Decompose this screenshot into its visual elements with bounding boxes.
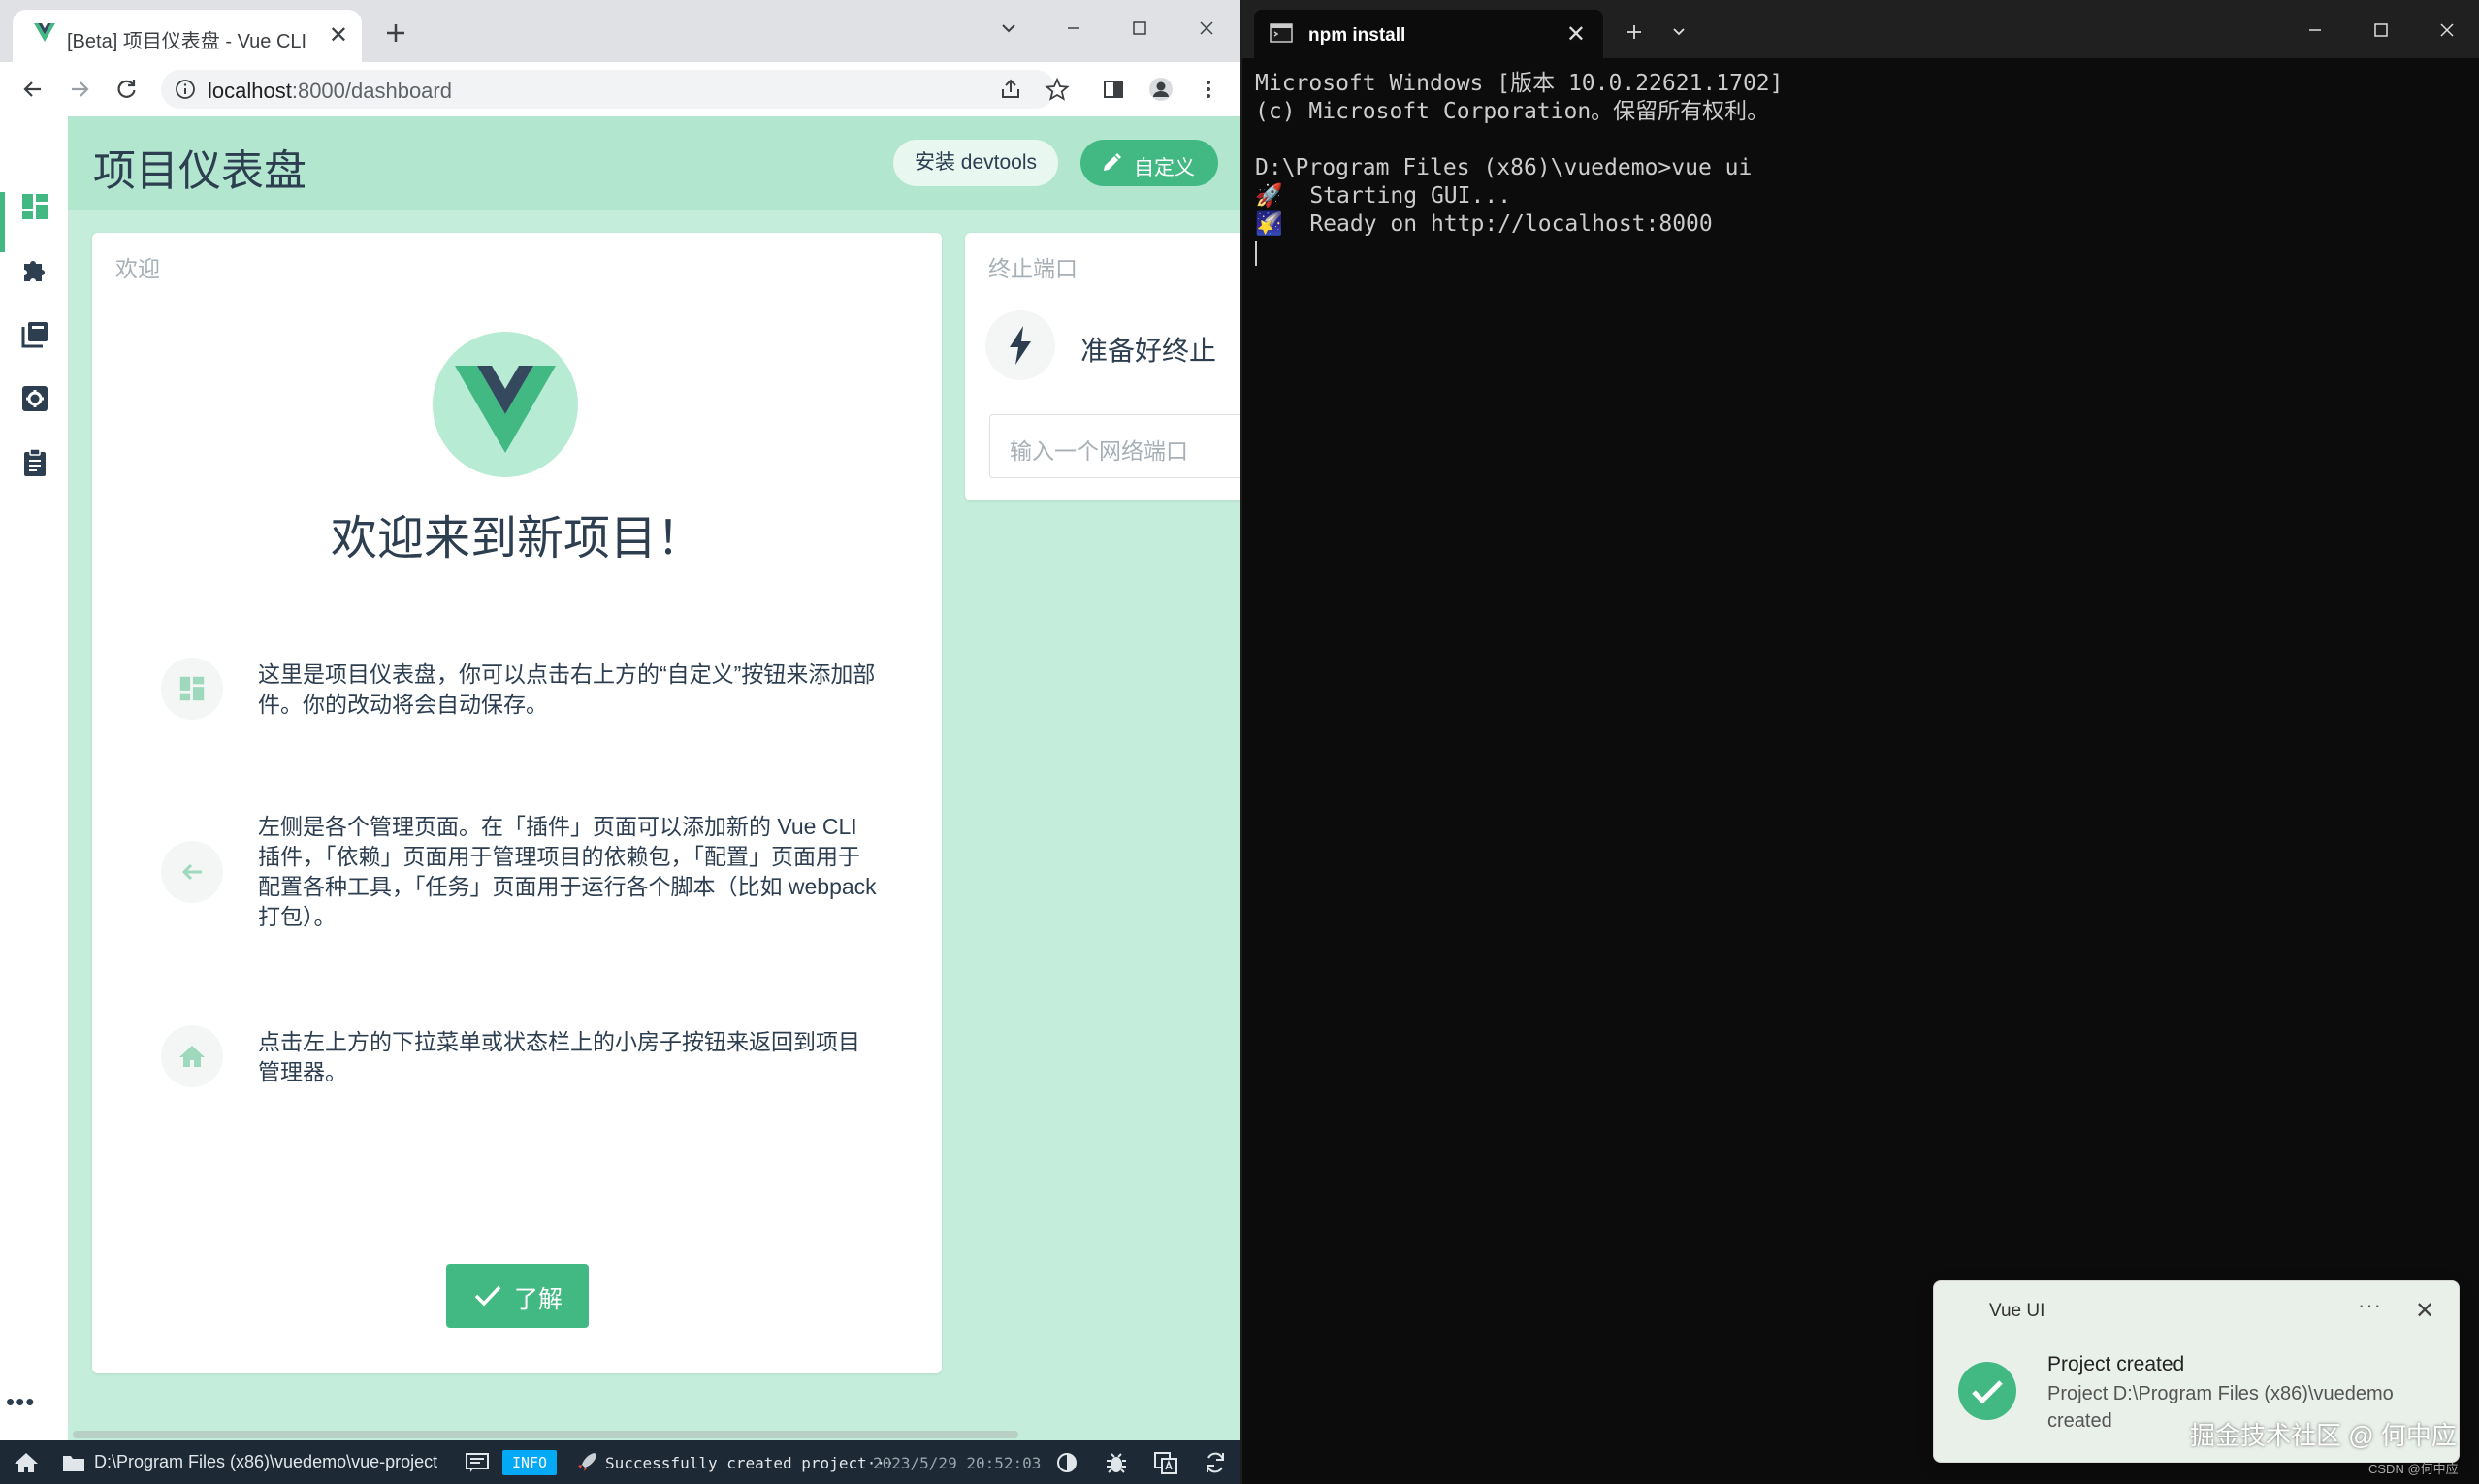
log-message[interactable]: Successfully created project···	[605, 1454, 895, 1472]
close-tab-icon[interactable]: ✕	[329, 21, 348, 49]
tip-arrow-left-icon	[161, 841, 223, 903]
address-url: localhost:8000/dashboard	[208, 79, 452, 103]
notification-app-name: Vue UI	[1989, 1301, 2045, 1321]
csdn-watermark: CSDN @何中应	[2368, 1462, 2459, 1476]
bug-report-icon[interactable]	[1103, 1449, 1130, 1476]
new-tab-icon[interactable]	[380, 17, 411, 48]
terminal-cursor	[1255, 241, 1257, 266]
log-time: 2023/5/29 20:52:03	[873, 1454, 1042, 1472]
tip-text: 左侧是各个管理页面。在「插件」页面可以添加新的 Vue CLI 插件，「依赖」页…	[258, 814, 877, 929]
tip-home-icon	[161, 1025, 223, 1087]
maximize-icon[interactable]	[1125, 14, 1154, 43]
notification-more-icon[interactable]: ···	[2358, 1293, 2382, 1318]
welcome-card-header: 欢迎	[115, 256, 160, 281]
dashboard-icon[interactable]	[18, 190, 51, 223]
port-input[interactable]: 输入一个网络端口	[989, 414, 1240, 478]
lightning-bolt-icon	[985, 310, 1055, 380]
tip-text: 点击左上方的下拉菜单或状态栏上的小房子按钮来返回到项目管理器。	[258, 1029, 860, 1084]
site-info-icon[interactable]	[175, 79, 196, 100]
bookmark-star-icon[interactable]	[1044, 76, 1071, 103]
browser-tab[interactable]: [Beta] 项目仪表盘 - Vue CLI ✕	[13, 10, 362, 62]
share-icon[interactable]	[997, 76, 1024, 103]
address-bar[interactable]: localhost:8000/dashboard	[161, 70, 1055, 109]
customize-button[interactable]: 自定义	[1080, 140, 1218, 186]
plugins-puzzle-icon[interactable]	[18, 254, 51, 287]
got-it-label: 了解	[514, 1286, 563, 1313]
tip-dashboard-icon	[161, 658, 223, 720]
kill-port-header: 终止端口	[988, 256, 1078, 281]
terminal-line: 🚀 Starting GUI...	[1255, 183, 1512, 209]
got-it-button[interactable]: 了解	[446, 1264, 589, 1328]
pencil-icon	[1100, 151, 1123, 175]
terminal-line: D:\Program Files (x86)\vuedemo>vue ui	[1255, 155, 1753, 180]
welcome-title: 欢迎来到新项目！	[330, 513, 703, 565]
status-bar: D:\Program Files (x86)\vuedemo\vue-proje…	[0, 1440, 1240, 1484]
scrollbar-thumb[interactable]	[73, 1431, 1018, 1438]
dark-mode-icon[interactable]	[1053, 1449, 1080, 1476]
maximize-icon[interactable]	[2366, 16, 2396, 45]
close-window-icon[interactable]	[1192, 14, 1221, 43]
minimize-icon[interactable]	[2301, 16, 2330, 45]
refresh-icon[interactable]	[1202, 1449, 1229, 1476]
browser-menu-icon[interactable]	[1195, 76, 1222, 103]
vue-logo	[433, 332, 578, 477]
reload-icon[interactable]	[113, 76, 140, 103]
home-icon[interactable]	[13, 1449, 40, 1476]
console-log-icon[interactable]	[464, 1449, 491, 1476]
folder-icon	[60, 1449, 87, 1476]
rocket-icon	[573, 1449, 600, 1476]
watermark: 掘金技术社区 @ 何中应	[2190, 1421, 2457, 1450]
terminal-line: (c) Microsoft Corporation。保留所有权利。	[1255, 99, 1770, 124]
back-icon[interactable]	[19, 76, 47, 103]
kill-port-status: 准备好终止	[1080, 336, 1217, 366]
install-devtools-button[interactable]: 安装 devtools	[893, 140, 1058, 186]
terminal-tab-title: npm install	[1308, 25, 1406, 46]
vue-logo-icon	[34, 23, 55, 43]
close-tab-icon[interactable]: ✕	[1566, 20, 1586, 48]
sidebar-active-indicator	[0, 192, 5, 252]
forward-icon[interactable]	[66, 76, 93, 103]
profile-avatar-icon[interactable]	[1147, 76, 1175, 103]
customize-label: 自定义	[1134, 157, 1195, 179]
terminal-icon	[1270, 23, 1293, 43]
tab-search-icon[interactable]	[994, 14, 1023, 43]
browser-tab-title: [Beta] 项目仪表盘 - Vue CLI	[67, 31, 307, 52]
new-tab-icon[interactable]	[1620, 17, 1649, 47]
success-check-icon	[1957, 1361, 2017, 1421]
side-panel-icon[interactable]	[1100, 76, 1127, 103]
terminal-tab[interactable]: npm install ✕	[1254, 10, 1603, 58]
terminal-output[interactable]: Microsoft Windows [版本 10.0.22621.1702] (c…	[1255, 70, 1784, 239]
close-window-icon[interactable]	[2432, 16, 2462, 45]
sidebar	[0, 116, 69, 1440]
terminal-line: Microsoft Windows [版本 10.0.22621.1702]	[1255, 71, 1784, 96]
log-level-badge: INFO	[502, 1450, 557, 1475]
tab-dropdown-icon[interactable]	[1664, 17, 1693, 47]
check-icon	[473, 1283, 502, 1308]
terminal-line: 🌠 Ready on http://localhost:8000	[1255, 211, 1713, 237]
configuration-gear-icon[interactable]	[18, 382, 51, 415]
more-options-icon[interactable]: •••	[6, 1387, 35, 1417]
translate-icon[interactable]	[1152, 1449, 1179, 1476]
minimize-icon[interactable]	[1059, 14, 1088, 43]
tasks-clipboard-icon[interactable]	[18, 446, 51, 479]
project-path[interactable]: D:\Program Files (x86)\vuedemo\vue-proje…	[94, 1452, 437, 1472]
notification-title: Project created	[2047, 1353, 2185, 1375]
notification-close-icon[interactable]: ✕	[2415, 1297, 2434, 1325]
dependencies-icon[interactable]	[18, 318, 51, 351]
horizontal-scrollbar[interactable]	[68, 1426, 1240, 1440]
page-title: 项目仪表盘	[93, 147, 306, 195]
port-input-placeholder: 输入一个网络端口	[1010, 438, 1188, 464]
tip-text: 这里是项目仪表盘，你可以点击右上方的“自定义”按钮来添加部件。你的改动将会自动保…	[258, 661, 876, 717]
